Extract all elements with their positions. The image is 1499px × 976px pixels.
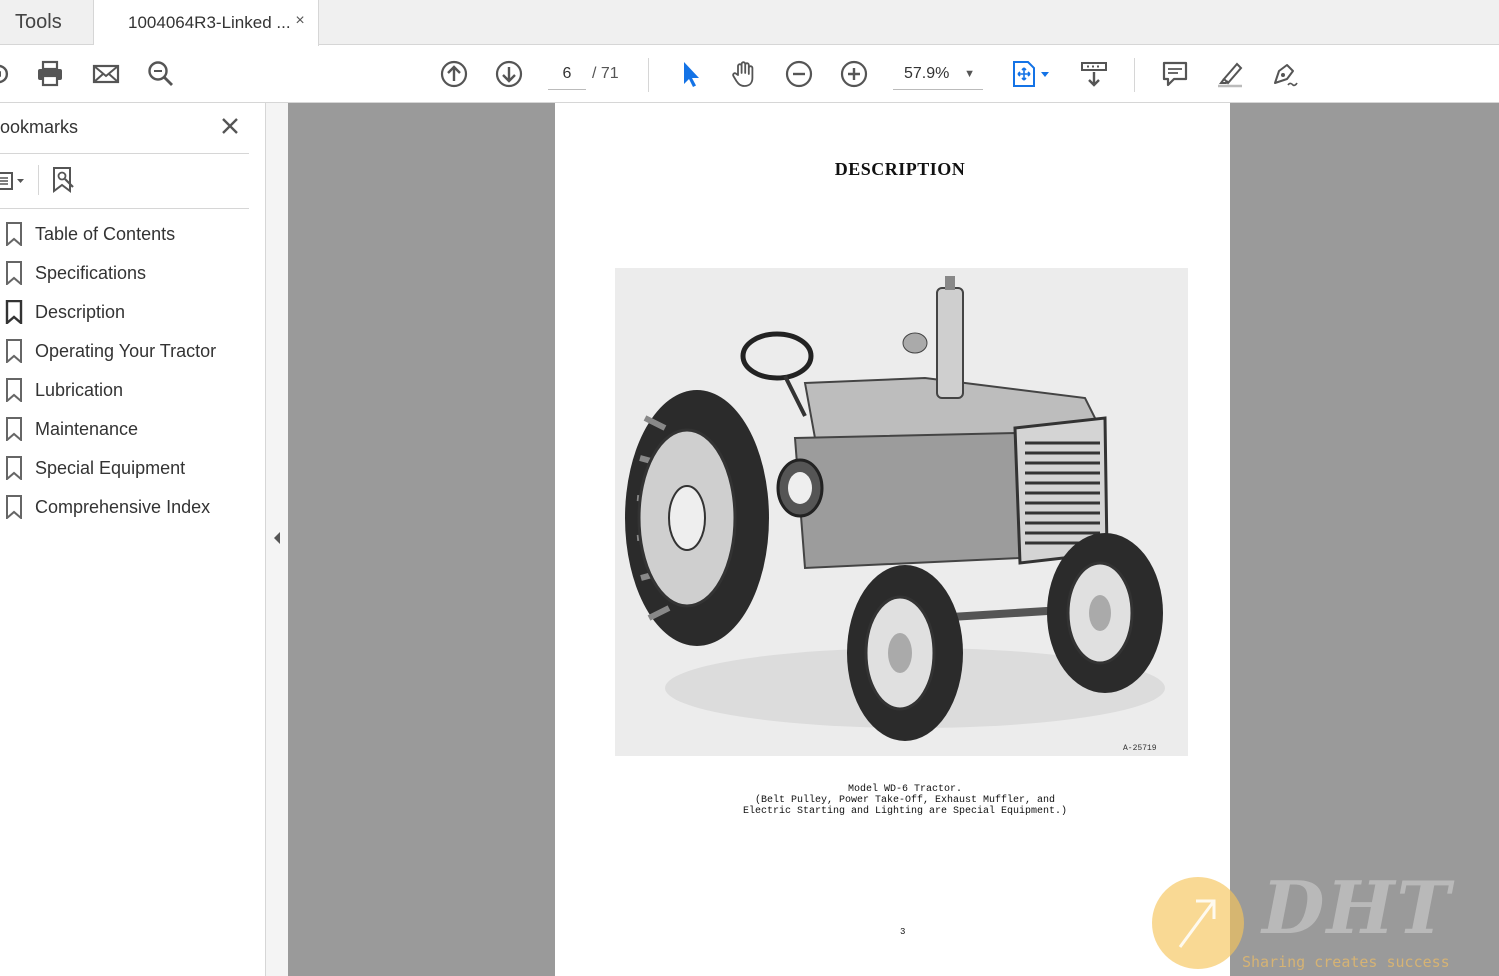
close-icon[interactable]: × <box>292 12 308 30</box>
bookmark-item[interactable]: Maintenance <box>0 409 249 448</box>
tab-document[interactable]: 1004064R3-Linked ... × <box>94 0 319 46</box>
watermark-slogan: Sharing creates success <box>1242 953 1450 971</box>
bookmarks-panel-title: ookmarks <box>0 117 79 137</box>
bookmark-icon <box>6 261 22 285</box>
bookmark-item[interactable]: Lubrication <box>0 370 249 409</box>
email-icon[interactable] <box>88 56 124 92</box>
zoom-in-icon[interactable] <box>836 56 872 92</box>
toolbar: 6 / 71 57.9% ▼ <box>0 46 1499 103</box>
caption-line: Electric Starting and Lighting are Speci… <box>742 806 1068 817</box>
bookmark-icon <box>5 300 23 324</box>
bookmark-icon <box>6 339 22 363</box>
bookmark-label: Table of Contents <box>35 224 176 244</box>
page-up-icon[interactable] <box>436 56 472 92</box>
search-icon[interactable] <box>143 56 179 92</box>
options-menu-icon[interactable] <box>0 167 30 195</box>
bookmark-item[interactable]: Operating Your Tractor <box>0 331 249 370</box>
chevron-left-icon <box>274 532 280 544</box>
tab-bar: Tools 1004064R3-Linked ... × <box>0 0 1499 46</box>
bookmark-item[interactable]: Table of Contents <box>0 214 249 253</box>
add-bookmark-icon[interactable] <box>50 165 78 195</box>
bookmark-label: Special Equipment <box>35 458 186 478</box>
document-viewer[interactable]: DESCRIPTION A-25719 Model WD-6 Tractor. … <box>288 103 1499 976</box>
watermark-logo-icon <box>1152 877 1244 969</box>
bookmark-icon <box>6 417 22 441</box>
share-icon[interactable] <box>0 56 22 92</box>
divider <box>0 153 249 154</box>
bookmark-label: Specifications <box>35 263 147 283</box>
bookmark-label: Comprehensive Index <box>35 497 211 517</box>
figure-number: A-25719 <box>1123 744 1157 753</box>
bookmark-icon <box>6 222 22 246</box>
divider <box>38 165 39 195</box>
panel-collapse-handle[interactable] <box>266 103 288 976</box>
bookmark-icon <box>6 378 22 402</box>
page-number-input[interactable]: 6 <box>548 58 586 90</box>
bookmarks-panel: ookmarks Table of Contents Specification… <box>0 103 266 976</box>
caption-line: Model WD-6 Tractor. <box>847 784 963 795</box>
divider <box>0 208 249 209</box>
comment-icon[interactable] <box>1157 56 1193 92</box>
zoom-level-dropdown[interactable]: 57.9% ▼ <box>893 58 983 90</box>
figure-caption: Model WD-6 Tractor. (Belt Pulley, Power … <box>615 784 1195 817</box>
bookmark-icon <box>6 456 22 480</box>
close-icon[interactable] <box>219 115 241 137</box>
highlight-icon[interactable] <box>1212 56 1248 92</box>
zoom-level-value: 57.9% <box>904 65 950 82</box>
chevron-down-icon: ▼ <box>964 68 975 80</box>
bookmark-item[interactable]: Description <box>0 292 249 331</box>
print-icon[interactable] <box>32 56 68 92</box>
bookmark-label: Description <box>35 302 126 322</box>
sign-icon[interactable] <box>1267 56 1303 92</box>
select-cursor-icon[interactable] <box>671 56 707 92</box>
fit-page-dropdown-icon[interactable] <box>1038 56 1052 92</box>
document-page: DESCRIPTION A-25719 Model WD-6 Tractor. … <box>555 103 1230 976</box>
page-heading: DESCRIPTION <box>834 159 966 179</box>
toolbar-divider <box>1134 58 1135 92</box>
bookmark-item[interactable]: Comprehensive Index <box>0 487 249 526</box>
bookmark-label: Maintenance <box>35 419 139 439</box>
tractor-illustration <box>615 268 1188 756</box>
zoom-out-icon[interactable] <box>781 56 817 92</box>
watermark: DHT Sharing creates success <box>1150 865 1499 976</box>
watermark-brand: DHT <box>1262 865 1453 950</box>
bookmark-item[interactable]: Special Equipment <box>0 448 249 487</box>
caption-line: (Belt Pulley, Power Take-Off, Exhaust Mu… <box>754 795 1056 806</box>
fit-page-icon[interactable] <box>1006 56 1042 92</box>
bookmark-item[interactable]: Specifications <box>0 253 249 292</box>
hand-tool-icon[interactable] <box>726 56 762 92</box>
page-footer-number: 3 <box>900 927 906 937</box>
bookmark-list: Table of Contents Specifications Descrip… <box>0 214 249 526</box>
tab-document-label: 1004064R3-Linked ... <box>128 13 291 32</box>
toolbar-divider <box>648 58 649 92</box>
scroll-mode-icon[interactable] <box>1076 56 1112 92</box>
page-total: / 71 <box>592 65 619 82</box>
bookmark-label: Lubrication <box>35 380 124 400</box>
page-down-icon[interactable] <box>491 56 527 92</box>
bookmark-label: Operating Your Tractor <box>35 341 217 361</box>
tab-tools[interactable]: Tools <box>0 0 94 45</box>
bookmark-icon <box>6 495 22 519</box>
